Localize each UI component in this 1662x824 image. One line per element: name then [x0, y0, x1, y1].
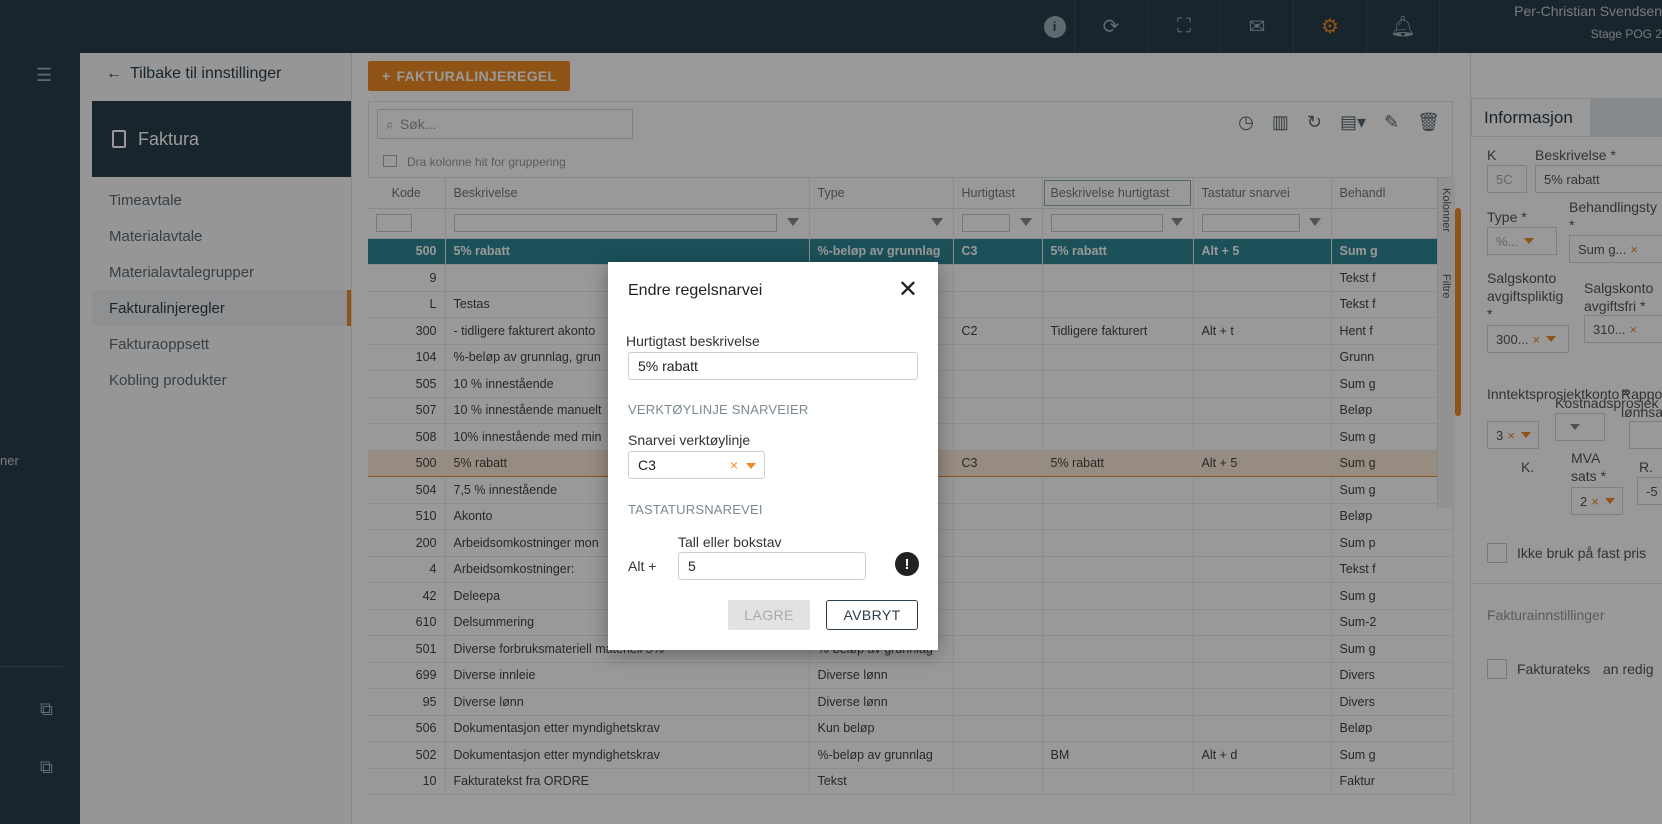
snarvei-value: C3 [638, 457, 656, 473]
warning-icon: ! [895, 552, 919, 576]
tall-input[interactable]: 5 [678, 552, 866, 580]
snarvei-label: Snarvei verktøylinje [628, 432, 751, 448]
hurtig-input[interactable]: 5% rabatt [628, 352, 918, 380]
alt-prefix: Alt + [628, 558, 657, 574]
section-keyboard-shortcut: TASTATURSNAREVEI [628, 502, 763, 517]
dialog-title: Endre regelsnarvei [628, 282, 763, 299]
snarvei-select[interactable]: C3 × [628, 451, 765, 479]
edit-shortcut-dialog: Endre regelsnarvei ✕ Hurtigtast beskrive… [608, 262, 938, 650]
clear-icon[interactable]: × [730, 457, 738, 473]
section-toolbar-shortcuts: VERKTØYLINJE SNARVEIER [628, 402, 809, 417]
tall-label: Tall eller bokstav [678, 534, 782, 550]
hurtig-label: Hurtigtast beskrivelse [626, 333, 760, 349]
caret-down-icon [746, 463, 756, 469]
cancel-button[interactable]: AVBRYT [826, 600, 918, 630]
save-button[interactable]: LAGRE [728, 600, 810, 630]
close-icon[interactable]: ✕ [898, 278, 918, 302]
